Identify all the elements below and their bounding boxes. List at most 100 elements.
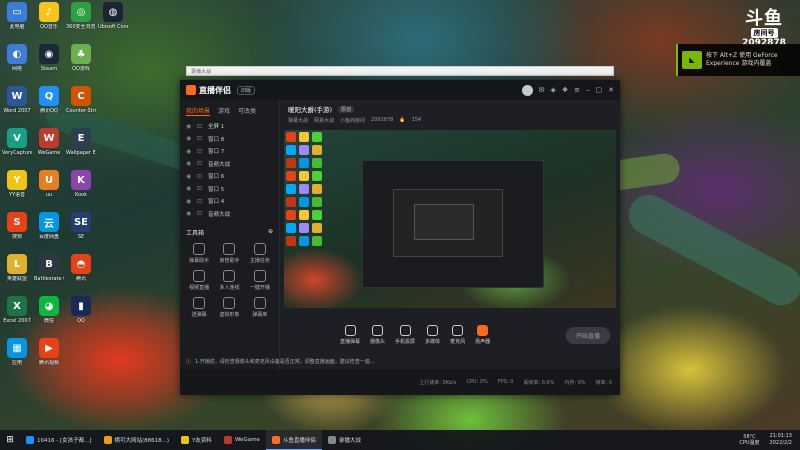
nvidia-icon: ◣ xyxy=(682,51,702,69)
close-icon[interactable]: ✕ xyxy=(608,86,614,94)
desktop-icon[interactable]: S 搜狗 xyxy=(2,212,32,240)
eye-icon[interactable]: ◉ xyxy=(186,198,192,205)
tool-item[interactable]: 多人连线 xyxy=(214,270,244,291)
tool-item[interactable]: 送弹幕 xyxy=(184,297,214,318)
eye-icon[interactable]: ◉ xyxy=(186,173,192,180)
lock-icon[interactable]: ⊡ xyxy=(197,148,203,155)
taskbar-item[interactable]: Y友资料 xyxy=(175,430,218,450)
taskbar-item[interactable]: 10416 - [女孩子都...] xyxy=(20,430,98,450)
desktop-icon[interactable]: ◍ Ubisoft Connect xyxy=(98,2,128,30)
scene-item[interactable]: ◉ ⊡ 音频大战 xyxy=(180,208,279,221)
desktop-icon[interactable]: ◐ 网络 xyxy=(2,44,32,72)
skin-icon[interactable]: ◈ xyxy=(550,86,555,94)
taskbar-item[interactable]: 横可大网站(88618...) xyxy=(98,430,176,450)
desktop-icon[interactable]: ◉ Steam xyxy=(34,44,64,72)
desktop-icon[interactable]: ♪ QQ音乐 xyxy=(34,2,64,30)
tool-item[interactable]: 视频直播 xyxy=(184,270,214,291)
room-title[interactable]: 暖阳大爵(手游) xyxy=(288,104,332,114)
tool-item[interactable]: 主播任务 xyxy=(245,243,275,264)
desktop-icon[interactable]: ◕ 微信 xyxy=(34,296,64,324)
eye-icon[interactable]: ◉ xyxy=(186,210,192,217)
desktop-icon[interactable]: Q 腾讯QQ xyxy=(34,86,64,114)
menu-icon[interactable]: ≡ xyxy=(574,86,580,94)
start-live-button[interactable]: 开始直播 xyxy=(565,326,610,344)
desktop-icon[interactable]: SE SE xyxy=(66,212,96,240)
desktop-icon[interactable]: Uuu xyxy=(34,170,64,198)
tool-item[interactable]: 房管助手 xyxy=(214,243,244,264)
geforce-notification[interactable]: ◣ 按下 Alt+Z 使用 GeForce Experience 游戏内覆盖 xyxy=(676,44,800,76)
desktop-icon[interactable]: K Kook xyxy=(66,170,96,198)
tool-item[interactable]: 一键开播 xyxy=(245,270,275,291)
room-tag[interactable]: 原创 xyxy=(338,105,355,113)
tool-item[interactable]: 虚拟形象 xyxy=(214,297,244,318)
scene-item[interactable]: ◉ ⊡ 窗口 4 xyxy=(180,195,279,208)
message-icon[interactable]: ✉ xyxy=(539,86,545,94)
source-control-button[interactable]: 摄像头 xyxy=(370,325,385,345)
desktop-icon[interactable]: ▭ 此电脑 xyxy=(2,2,32,30)
source-control-button[interactable]: 直播弹幕 xyxy=(340,325,360,345)
desktop-icon[interactable]: 云百度网盘 xyxy=(34,212,64,240)
desktop-icon[interactable]: C Counter-Strike Global Off. xyxy=(66,86,96,114)
tool-item[interactable]: 弹幕库 xyxy=(245,297,275,318)
lock-icon[interactable]: ⊡ xyxy=(197,198,203,205)
version-badge[interactable]: 旧版 xyxy=(237,85,256,95)
desktop-icon[interactable]: B Battlestate Games L. xyxy=(34,254,64,282)
maximize-icon[interactable]: ▢ xyxy=(596,86,603,94)
desktop-icon[interactable]: E Wallpaper Engine xyxy=(66,128,96,156)
room-category[interactable]: 弹幕大战 xyxy=(288,117,308,124)
lock-icon[interactable]: ⊡ xyxy=(197,160,203,167)
taskbar-item[interactable]: WeGame xyxy=(218,430,266,450)
source-control-button[interactable]: 扬声器 xyxy=(475,325,490,345)
cpu-temperature[interactable]: 58°C CPU温度 xyxy=(739,434,759,446)
room-sub-category[interactable]: 网易大战 xyxy=(314,117,334,124)
desktop-icon[interactable]: ◎ 360安全浏览器 xyxy=(66,2,96,30)
source-control-button[interactable]: 多媒体 xyxy=(425,325,440,345)
eye-icon[interactable]: ◉ xyxy=(186,135,192,142)
desktop-icon[interactable]: L 英雄联盟 xyxy=(2,254,32,282)
add-tool-icon[interactable]: ⊕ xyxy=(268,228,273,237)
sidebar-tab[interactable]: 我的场景 xyxy=(186,106,211,116)
scene-label: 窗口 5 xyxy=(208,186,225,193)
lock-icon[interactable]: ⊡ xyxy=(197,185,203,192)
desktop-icon[interactable]: ♣ QQ游戏 xyxy=(66,44,96,72)
stream-preview[interactable] xyxy=(284,130,616,308)
desktop-icon[interactable]: ▦ 应用 xyxy=(2,338,32,366)
browser-window-bar[interactable]: 录播大战 xyxy=(186,66,614,76)
user-avatar[interactable] xyxy=(521,84,533,96)
scene-item[interactable]: ◉ ⊡ 窗口 5 xyxy=(180,183,279,196)
clock[interactable]: 21:01:13 2022/2/2 xyxy=(770,433,792,447)
sidebar-tab[interactable]: 可改类 xyxy=(238,106,256,116)
scene-item[interactable]: ◉ ⊡ 窗口 6 xyxy=(180,170,279,183)
lock-icon[interactable]: ⊡ xyxy=(197,135,203,142)
desktop-icon[interactable]: ▶ 腾讯视频 xyxy=(34,338,64,366)
lock-icon[interactable]: ⊡ xyxy=(197,173,203,180)
eye-icon[interactable]: ◉ xyxy=(186,148,192,155)
taskbar-item[interactable]: 斗鱼直播伴侣 xyxy=(265,430,322,450)
tool-item[interactable]: 弹幕助手 xyxy=(184,243,214,264)
windows-start-icon[interactable]: ⊞ xyxy=(0,430,20,450)
desktop-icon[interactable]: Y YY语音 xyxy=(2,170,32,198)
source-control-button[interactable]: 麦克风 xyxy=(450,325,465,345)
lock-icon[interactable]: ⊡ xyxy=(197,210,203,217)
app-icon: Q xyxy=(39,86,59,106)
desktop-icon[interactable]: W WeGame xyxy=(34,128,64,156)
minimize-icon[interactable]: – xyxy=(586,86,590,94)
scene-item[interactable]: ◉ ⊡ 音频大战 xyxy=(180,158,279,171)
desktop-icon[interactable]: ◓ 腾讯 xyxy=(66,254,96,282)
eye-icon[interactable]: ◉ xyxy=(186,123,192,130)
desktop-icon[interactable]: V VeryCapture xyxy=(2,128,32,156)
lock-icon[interactable]: ⊡ xyxy=(197,123,203,130)
desktop-icon[interactable]: ▮ QQ xyxy=(66,296,96,324)
eye-icon[interactable]: ◉ xyxy=(186,160,192,167)
app-titlebar[interactable]: 直播伴侣 旧版 ✉ ◈ ❖ ≡ – ▢ ✕ xyxy=(180,80,620,100)
gift-icon[interactable]: ❖ xyxy=(562,86,568,94)
scene-item[interactable]: ◉ ⊡ 全屏 1 xyxy=(180,120,279,133)
sidebar-tab[interactable]: 游戏 xyxy=(218,106,230,116)
eye-icon[interactable]: ◉ xyxy=(186,185,192,192)
desktop-icon[interactable]: X Excel 2007 xyxy=(2,296,32,324)
desktop-icon[interactable]: W Word 2007 xyxy=(2,86,32,114)
scene-item[interactable]: ◉ ⊡ 窗口 8 xyxy=(180,133,279,146)
source-control-button[interactable]: 手机投屏 xyxy=(395,325,415,345)
scene-item[interactable]: ◉ ⊡ 窗口 7 xyxy=(180,145,279,158)
taskbar-item[interactable]: 录播大战 xyxy=(322,430,367,450)
